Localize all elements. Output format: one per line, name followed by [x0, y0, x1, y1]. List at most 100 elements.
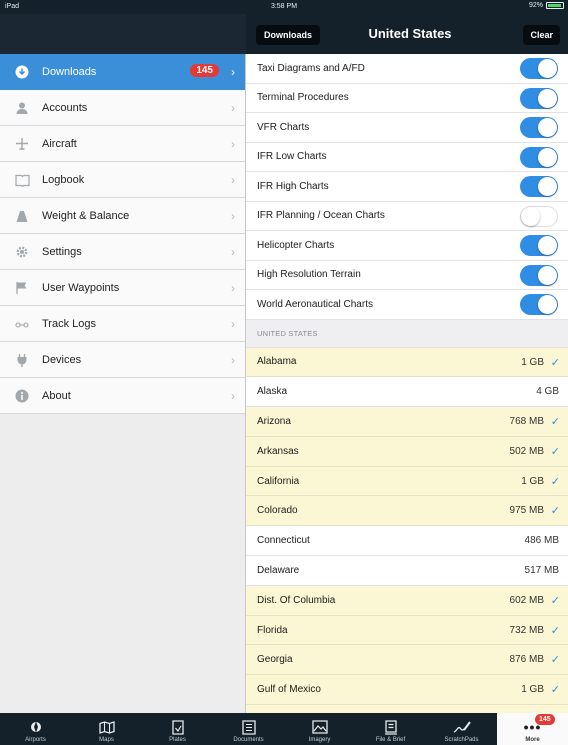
state-row-connecticut[interactable]: Connecticut 486 MB: [246, 526, 568, 557]
scale-icon: [14, 208, 30, 224]
sidebar-item-logbook[interactable]: Logbook ›: [0, 162, 245, 198]
checkmark-icon: ✓: [550, 624, 560, 637]
state-name: California: [257, 475, 300, 487]
documents-icon: [241, 719, 256, 735]
sidebar-item-aircraft[interactable]: Aircraft ›: [0, 126, 245, 162]
tab-airports[interactable]: Airports: [0, 713, 71, 745]
sidebar-item-label: Accounts: [42, 101, 88, 114]
sidebar-item-downloads[interactable]: Downloads 145 ›: [0, 54, 245, 90]
checkmark-icon: ✓: [550, 445, 560, 458]
toggle-switch[interactable]: [520, 264, 558, 286]
state-name: Colorado: [257, 505, 298, 517]
sidebar-item-settings[interactable]: Settings ›: [0, 234, 245, 270]
gear-icon: [14, 244, 30, 260]
state-row-alabama[interactable]: Alabama 1 GB ✓: [246, 347, 568, 378]
book-icon: [14, 172, 30, 188]
state-row-alaska[interactable]: Alaska 4 GB: [246, 377, 568, 408]
state-size: 732 MB: [509, 624, 544, 636]
state-size: 1 GB: [521, 475, 544, 487]
chart-label: World Aeronautical Charts: [257, 298, 373, 310]
sidebar-item-track-logs[interactable]: Track Logs ›: [0, 306, 245, 342]
toggle-knob: [538, 59, 557, 78]
state-row-georgia[interactable]: Georgia 876 MB ✓: [246, 645, 568, 676]
chart-row-ifr-planning: IFR Planning / Ocean Charts: [246, 201, 568, 231]
sidebar-item-label: About: [42, 389, 71, 402]
state-size: 1 GB: [521, 684, 544, 696]
tab-label: Maps: [99, 737, 114, 743]
toggle-switch[interactable]: [520, 117, 558, 138]
state-row-gulf-of-mexico[interactable]: Gulf of Mexico 1 GB ✓: [246, 675, 568, 706]
chevron-right-icon: ›: [231, 317, 235, 331]
sidebar-item-user-waypoints[interactable]: User Waypoints ›: [0, 270, 245, 306]
toggle-switch[interactable]: [520, 294, 558, 315]
tab-label: ScratchPads: [444, 737, 479, 743]
state-row-colorado[interactable]: Colorado 975 MB ✓: [246, 496, 568, 527]
state-row-california[interactable]: California 1 GB ✓: [246, 466, 568, 497]
state-row-dc[interactable]: Dist. Of Columbia 602 MB ✓: [246, 585, 568, 616]
sidebar-item-about[interactable]: About ›: [0, 378, 245, 414]
state-size: 517 MB: [524, 565, 559, 577]
state-name: Alaska: [257, 386, 288, 398]
state-name: Connecticut: [257, 535, 310, 547]
status-time: 3:58 PM: [270, 3, 298, 10]
state-name: Georgia: [257, 654, 293, 666]
toggle-switch[interactable]: [520, 146, 558, 168]
tab-more[interactable]: ••• 145 More: [497, 713, 568, 745]
state-row-partial: [246, 705, 568, 713]
chart-row-ifr-low: IFR Low Charts: [246, 142, 568, 172]
toggle-switch[interactable]: [520, 58, 558, 79]
battery-icon: [546, 2, 564, 9]
state-size: 4 GB: [536, 386, 559, 398]
state-row-arizona[interactable]: Arizona 768 MB ✓: [246, 407, 568, 437]
toggle-knob: [538, 265, 557, 285]
info-icon: [14, 388, 30, 404]
downloads-badge: 145: [190, 64, 219, 77]
state-size: 1 GB: [521, 356, 544, 368]
sidebar-item-weight-balance[interactable]: Weight & Balance ›: [0, 198, 245, 234]
state-row-florida[interactable]: Florida 732 MB ✓: [246, 615, 568, 646]
tab-imagery[interactable]: Imagery: [284, 713, 355, 745]
toggle-knob: [521, 206, 540, 226]
state-size: 502 MB: [509, 445, 544, 457]
toggle-knob: [538, 147, 557, 167]
checkmark-icon: ✓: [550, 475, 560, 488]
state-name: Florida: [257, 624, 288, 636]
sidebar-item-label: Devices: [42, 353, 82, 366]
chevron-right-icon: ›: [231, 353, 235, 367]
tab-plates[interactable]: Plates: [142, 713, 213, 745]
chart-row-terminal-procedures: Terminal Procedures: [246, 83, 568, 113]
sidebar: Downloads 145 › Accounts › Aircraft › Lo…: [0, 54, 246, 713]
tab-label: More: [525, 737, 540, 743]
downloads-content: Taxi Diagrams and A/FD Terminal Procedur…: [246, 54, 568, 713]
state-name: Arkansas: [257, 445, 299, 457]
sidebar-item-accounts[interactable]: Accounts ›: [0, 90, 245, 126]
toggle-switch[interactable]: [520, 87, 558, 109]
tab-maps[interactable]: Maps: [71, 713, 142, 745]
flag-icon: [14, 280, 30, 296]
state-row-arkansas[interactable]: Arkansas 502 MB ✓: [246, 436, 568, 467]
chart-label: Terminal Procedures: [257, 92, 349, 104]
tab-documents[interactable]: Documents: [213, 713, 284, 745]
tab-scratchpads[interactable]: ScratchPads: [426, 713, 497, 745]
sidebar-item-devices[interactable]: Devices ›: [0, 342, 245, 378]
chart-label: IFR Low Charts: [257, 151, 327, 163]
airports-icon: [29, 719, 43, 735]
tab-label: File & Brief: [375, 737, 406, 743]
section-header: UNITED STATES: [246, 319, 568, 348]
chart-row-vfr-charts: VFR Charts: [246, 113, 568, 143]
toggle-switch[interactable]: [520, 205, 558, 227]
toggle-switch[interactable]: [520, 235, 558, 256]
clear-button[interactable]: Clear: [523, 25, 560, 45]
plates-icon: [171, 719, 184, 735]
chart-label: High Resolution Terrain: [257, 269, 361, 281]
toggle-switch[interactable]: [520, 176, 558, 197]
tab-label: Imagery: [308, 737, 331, 743]
tab-file-brief[interactable]: File & Brief: [355, 713, 426, 745]
state-row-delaware[interactable]: Delaware 517 MB: [246, 556, 568, 586]
more-badge: 145: [535, 714, 555, 725]
downloads-back-button[interactable]: Downloads: [256, 25, 321, 45]
chart-row-helicopter: Helicopter Charts: [246, 231, 568, 261]
state-size: 486 MB: [524, 535, 559, 547]
chart-row-taxi-diagrams: Taxi Diagrams and A/FD: [246, 54, 568, 84]
toggle-knob: [538, 177, 557, 196]
